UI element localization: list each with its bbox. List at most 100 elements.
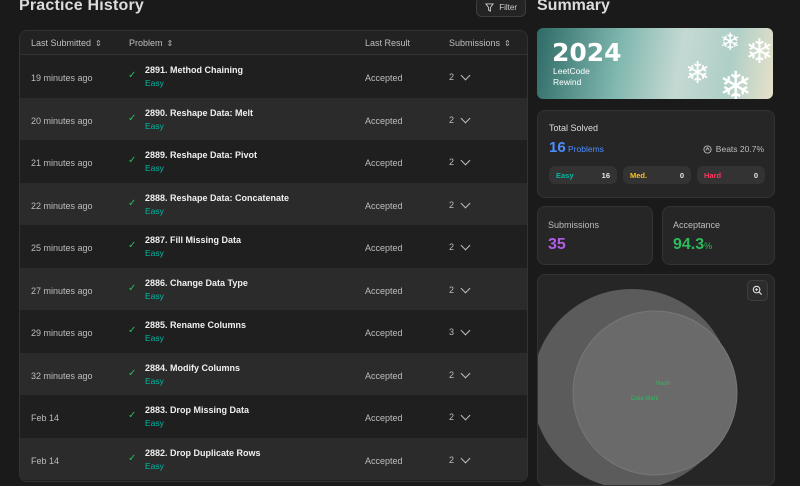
- beats-text: Beats 20.7%: [715, 144, 764, 154]
- submissions-count: 2: [449, 114, 455, 125]
- acceptance-value-wrap: 94.3%: [673, 236, 712, 254]
- sort-icon: ⇕: [166, 38, 174, 48]
- zoom-in-button[interactable]: [747, 280, 768, 301]
- medium-label: Med.: [630, 171, 648, 180]
- acceptance-title: Acceptance: [673, 220, 721, 230]
- chevron-down-icon: [460, 453, 471, 463]
- problem-link[interactable]: 2886. Change Data Type: [145, 278, 248, 288]
- last-submitted: 27 minutes ago: [31, 285, 93, 296]
- chevron-down-icon: [460, 70, 471, 81]
- problem-link[interactable]: 2882. Drop Duplicate Rows: [145, 448, 261, 458]
- column-label: Last Submitted: [31, 38, 92, 48]
- submissions-count: 2: [449, 412, 455, 422]
- venn-label-a: Hash: [656, 381, 670, 387]
- acceptance-card: Acceptance 94.3%: [662, 206, 775, 265]
- table-row[interactable]: 20 minutes ago ✓ 2890. Reshape Data: Melt E…: [20, 97, 527, 140]
- table-row[interactable]: Feb 14 ✓ 2882. Drop Duplicate Rows Easy Acce…: [20, 437, 527, 480]
- total-solved-count: 16: [549, 139, 566, 156]
- rewind-line1: LeetCode: [553, 66, 590, 76]
- difficulty-label: Easy: [145, 375, 164, 386]
- table-row[interactable]: Feb 14 ✓ 2883. Drop Missing Data Easy Accept…: [20, 395, 527, 438]
- submissions-toggle[interactable]: 2: [449, 410, 471, 422]
- problem-link[interactable]: 2883. Drop Missing Data: [145, 405, 249, 415]
- submissions-toggle[interactable]: 2: [449, 453, 471, 465]
- filter-button[interactable]: Filter: [476, 0, 526, 17]
- submissions-count: 2: [449, 157, 455, 167]
- venn-diagram: Hash Data Mani: [538, 289, 738, 485]
- chevron-down-icon: [460, 198, 471, 208]
- check-icon: ✓: [128, 70, 137, 81]
- hard-pill: Hard 0: [697, 166, 765, 184]
- hard-value: 0: [753, 171, 758, 180]
- table-row[interactable]: 32 minutes ago ✓ 2884. Modify Columns Easy A…: [20, 352, 527, 395]
- rewind-line2: Rewind: [553, 77, 582, 87]
- last-result: Accepted: [365, 200, 403, 211]
- submissions-count: 2: [449, 199, 455, 210]
- submissions-count: 2: [449, 242, 455, 252]
- last-submitted: 21 minutes ago: [31, 158, 93, 168]
- venn-circle-b[interactable]: [572, 310, 738, 476]
- last-submitted: Feb 14: [31, 455, 60, 466]
- submissions-toggle[interactable]: 2: [449, 240, 471, 252]
- check-icon: ✓: [128, 112, 137, 124]
- table-row[interactable]: 27 minutes ago ✓ 2886. Change Data Type Eas…: [20, 267, 527, 310]
- difficulty-label: Easy: [145, 78, 164, 88]
- history-table: Last Submitted ⇕ Problem ⇕ Last Result S…: [19, 30, 528, 482]
- last-result: Accepted: [365, 285, 403, 296]
- beats-icon: [703, 144, 712, 154]
- total-solved-card: Total Solved 16 Problems Beats 20.7% Eas…: [537, 110, 775, 198]
- submissions-toggle[interactable]: 2: [449, 283, 471, 295]
- submissions-toggle[interactable]: 3: [449, 325, 471, 337]
- table-row[interactable]: 19 minutes ago ✓ 2891. Method Chaining Easy…: [20, 55, 527, 98]
- last-submitted: Feb 14: [31, 413, 60, 423]
- submissions-toggle[interactable]: 2: [449, 155, 471, 167]
- last-submitted: 29 minutes ago: [31, 328, 93, 338]
- column-submissions[interactable]: Submissions ⇕: [449, 38, 511, 48]
- rewind-banner[interactable]: 2024 LeetCode Rewind ❄ ❄ ❄ ❄: [537, 28, 773, 99]
- table-header: Last Submitted ⇕ Problem ⇕ Last Result S…: [20, 31, 527, 55]
- snowflake-icon: ❄: [720, 29, 741, 56]
- problem-link[interactable]: 2889. Reshape Data: Pivot: [145, 150, 257, 160]
- filter-label: Filter: [499, 2, 517, 12]
- problem-link[interactable]: 2885. Rename Columns: [145, 320, 246, 330]
- check-icon: ✓: [128, 197, 137, 209]
- difficulty-label: Easy: [145, 205, 164, 216]
- chevron-down-icon: [460, 240, 471, 251]
- difficulty-label: Easy: [145, 120, 164, 131]
- problem-link[interactable]: 2890. Reshape Data: Melt: [145, 108, 253, 118]
- submissions-value: 35: [548, 236, 566, 253]
- last-result: Accepted: [365, 455, 403, 466]
- column-last-submitted[interactable]: Last Submitted ⇕: [31, 38, 102, 48]
- table-row[interactable]: 29 minutes ago ✓ 2885. Rename Columns Easy A…: [20, 310, 527, 353]
- problem-link[interactable]: 2888. Reshape Data: Concatenate: [145, 193, 289, 203]
- chevron-down-icon: [460, 325, 471, 336]
- acceptance-value: 94.3: [673, 236, 705, 253]
- problem-link[interactable]: 2887. Fill Missing Data: [145, 235, 241, 245]
- check-icon: ✓: [128, 155, 137, 166]
- submissions-card: Submissions 35: [537, 206, 653, 265]
- table-row[interactable]: 25 minutes ago ✓ 2887. Fill Missing Data Ea…: [20, 225, 527, 268]
- submissions-toggle[interactable]: 2: [449, 198, 471, 210]
- zoom-in-icon: [752, 285, 763, 296]
- problem-link[interactable]: 2891. Method Chaining: [145, 65, 243, 75]
- rewind-year: 2024: [552, 38, 622, 67]
- problem-link[interactable]: 2884. Modify Columns: [145, 363, 240, 373]
- difficulty-label: Easy: [145, 163, 164, 173]
- last-result: Accepted: [365, 158, 403, 168]
- submissions-title: Submissions: [548, 220, 600, 230]
- difficulty-label: Easy: [145, 460, 164, 471]
- submissions-toggle[interactable]: 2: [449, 113, 471, 125]
- sort-icon: ⇕: [95, 38, 102, 48]
- submissions-toggle[interactable]: 2: [449, 368, 471, 380]
- last-result: Accepted: [365, 370, 403, 381]
- submissions-count: 2: [449, 369, 455, 380]
- difficulty-label: Easy: [145, 333, 164, 343]
- column-problem[interactable]: Problem ⇕: [129, 38, 173, 48]
- submissions-count: 3: [449, 327, 455, 337]
- check-icon: ✓: [128, 367, 137, 379]
- table-row[interactable]: 22 minutes ago ✓ 2888. Reshape Data: Conca…: [20, 182, 527, 225]
- rewind-subtitle: LeetCode Rewind: [553, 66, 590, 88]
- difficulty-label: Easy: [145, 418, 164, 428]
- table-row[interactable]: 21 minutes ago ✓ 2889. Reshape Data: Pivot…: [20, 140, 527, 183]
- submissions-toggle[interactable]: 2: [449, 70, 471, 82]
